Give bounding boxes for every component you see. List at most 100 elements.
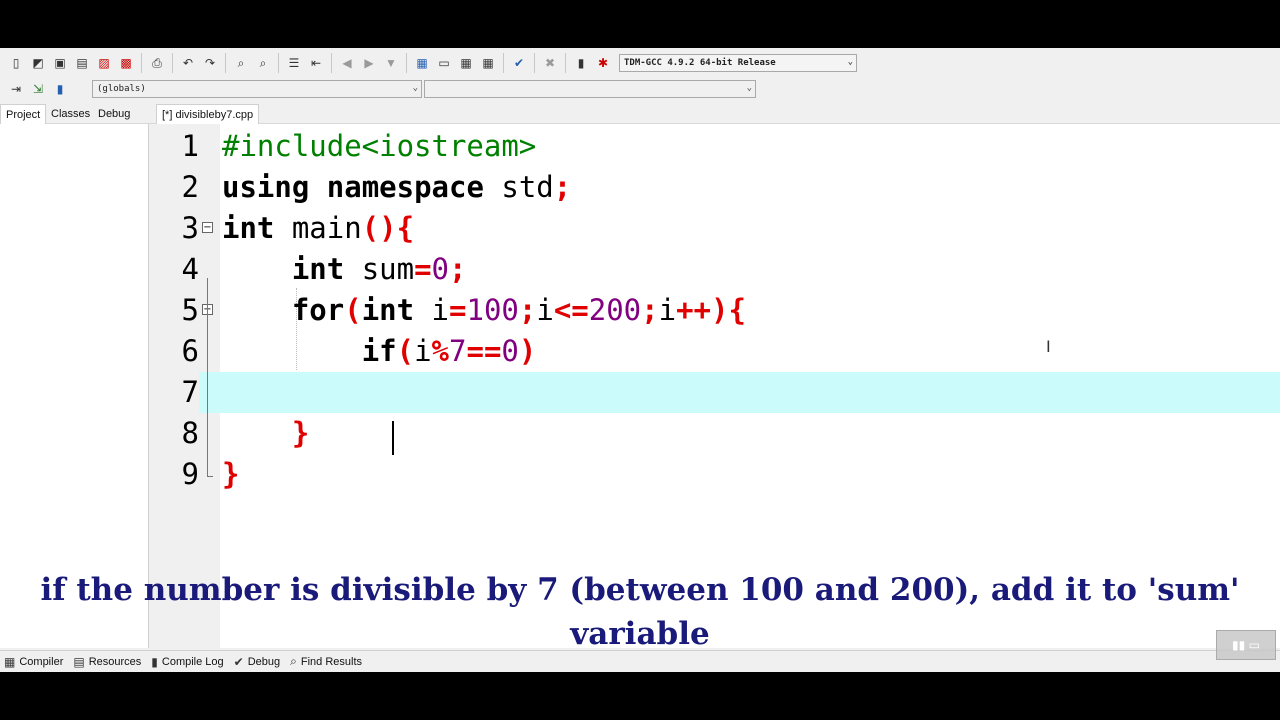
compiler-grid-icon: ▦ — [4, 654, 16, 669]
code-text: #include<iostream> — [222, 126, 536, 167]
tab-label: Compiler — [19, 655, 64, 668]
keyword: for — [291, 293, 345, 327]
operator: = — [414, 252, 432, 286]
caption-line-1: if the number is divisible by 7 (between… — [40, 572, 1240, 608]
print-icon[interactable]: ⎙ — [147, 53, 167, 73]
open-icon[interactable]: ◩ — [28, 53, 48, 73]
tab-debug[interactable]: Debug — [93, 104, 135, 124]
replace-icon[interactable]: ⌕ — [253, 53, 273, 73]
code-text: } — [222, 454, 239, 495]
tab-label: Compile Log — [161, 655, 224, 668]
identifier: main — [274, 211, 362, 245]
keyword: if — [361, 334, 397, 368]
tab-label: Find Results — [300, 655, 363, 668]
toolbar-separator — [406, 53, 407, 73]
chevron-down-icon: ⌄ — [847, 57, 853, 67]
toolbar-separator — [534, 53, 535, 73]
new-file-icon[interactable]: ▯ — [6, 53, 26, 73]
ide-window: ▯ ◩ ▣ ▤ ▨ ▩ ⎙ ↶ ↷ ⌕ ⌕ ☰ ⇤ ◀ ▶ ▼ ▦ ▭ ▦ ▦ … — [0, 48, 1280, 672]
fold-collapse-icon[interactable]: − — [202, 222, 213, 233]
close-all-icon[interactable]: ▩ — [116, 53, 136, 73]
bookmark-prev-icon[interactable]: ◀ — [337, 53, 357, 73]
operator: ; — [518, 293, 537, 327]
video-control-icon[interactable]: ▮▮ ▭ — [1216, 630, 1276, 660]
line-number: 8 — [181, 416, 199, 450]
save-all-icon[interactable]: ▤ — [72, 53, 92, 73]
tab-project[interactable]: Project — [0, 104, 47, 124]
keyword: namespace — [326, 170, 484, 204]
code-text: int sum=0; — [222, 249, 467, 290]
save-icon[interactable]: ▣ — [50, 53, 70, 73]
operator: ++ — [676, 293, 711, 327]
tab-classes[interactable]: Classes — [46, 104, 95, 124]
mouse-ibeam-cursor: I — [1046, 337, 1051, 356]
member-select[interactable]: ⌄ — [424, 80, 756, 98]
goto-icon[interactable]: ⇥ — [6, 79, 26, 99]
code-line-current[interactable]: 7 — [157, 372, 1280, 413]
operator: ) — [518, 334, 537, 368]
code-line: 9 } — [157, 454, 1280, 495]
tabs-row: Project Classes Debug [*] divisibleby7.c… — [0, 102, 1280, 124]
bottom-tabs-bar: ▦ Compiler ▤ Resources ▮ Compile Log ✔ D… — [0, 650, 1280, 672]
keyword: int — [291, 252, 345, 286]
code-line: 8 } — [157, 413, 1280, 454]
number-literal: 100 — [466, 293, 519, 327]
find-results-icon: ⌕ — [290, 654, 297, 668]
keyword: int — [222, 211, 275, 245]
chevron-down-icon: ⌄ — [746, 83, 752, 93]
stop-icon[interactable]: ✖ — [540, 53, 560, 73]
identifier: i — [658, 293, 677, 327]
identifier: i — [414, 334, 432, 368]
compile-icon[interactable]: ▦ — [456, 53, 476, 73]
code-line: 1 #include<iostream> — [157, 126, 1280, 167]
scope-select[interactable]: (globals) ⌄ — [92, 80, 422, 98]
check-icon[interactable]: ✔ — [509, 53, 529, 73]
operator: <= — [553, 293, 589, 327]
tab-resources[interactable]: ▤ Resources — [73, 655, 141, 669]
new-project-icon[interactable]: ▦ — [412, 53, 432, 73]
include-directive: #include<iostream> — [222, 129, 537, 163]
find-icon[interactable]: ⌕ — [231, 53, 251, 73]
line-number: 6 — [181, 334, 199, 368]
operator: ; — [553, 170, 572, 204]
scope-select-value: (globals) — [97, 84, 146, 94]
compiler-select[interactable]: TDM-GCC 4.9.2 64-bit Release ⌄ — [619, 54, 857, 72]
tab-compiler[interactable]: ▦ Compiler — [4, 655, 63, 669]
code-text: using namespace std; — [222, 167, 571, 208]
operator: % — [431, 334, 450, 368]
chart-icon[interactable]: ▮ — [571, 53, 591, 73]
tab-debug-output[interactable]: ✔ Debug — [234, 655, 280, 669]
operator: } — [222, 457, 240, 491]
undo-icon[interactable]: ↶ — [178, 53, 198, 73]
bookmark-icon[interactable]: ▼ — [381, 53, 401, 73]
window-icon[interactable]: ▭ — [434, 53, 454, 73]
unindent-icon[interactable]: ⇤ — [306, 53, 326, 73]
toggle-icon[interactable]: ▮ — [50, 79, 70, 99]
line-number: 1 — [181, 129, 199, 163]
compiler-select-value: TDM-GCC 4.9.2 64-bit Release — [624, 58, 776, 68]
line-number: 2 — [181, 170, 199, 204]
tab-file-divisibleby7[interactable]: [*] divisibleby7.cpp — [156, 104, 260, 124]
operator: ){ — [710, 293, 746, 327]
compile-log-icon: ▮ — [151, 654, 158, 669]
fold-guide — [207, 278, 208, 477]
tab-find-results[interactable]: ⌕ Find Results — [290, 654, 362, 669]
operator: ; — [449, 252, 467, 286]
tab-compile-log[interactable]: ▮ Compile Log — [151, 655, 223, 669]
operator: ( — [344, 293, 362, 327]
toolbar-separator — [172, 53, 173, 73]
tab-label: Resources — [88, 655, 142, 668]
code-text: for(int i=100;i<=200;i++){ — [222, 290, 746, 331]
insert-icon[interactable]: ⇲ — [28, 79, 48, 99]
code-text: } — [222, 413, 309, 454]
bookmark-next-icon[interactable]: ▶ — [359, 53, 379, 73]
code-line: 4 int sum=0; — [157, 249, 1280, 290]
toolbar-separator — [565, 53, 566, 73]
toolbar-separator — [278, 53, 279, 73]
redo-icon[interactable]: ↷ — [200, 53, 220, 73]
close-icon[interactable]: ▨ — [94, 53, 114, 73]
run-icon[interactable]: ▦ — [478, 53, 498, 73]
code-line: 2 using namespace std; — [157, 167, 1280, 208]
debug-icon[interactable]: ✱ — [593, 53, 613, 73]
indent-icon[interactable]: ☰ — [284, 53, 304, 73]
